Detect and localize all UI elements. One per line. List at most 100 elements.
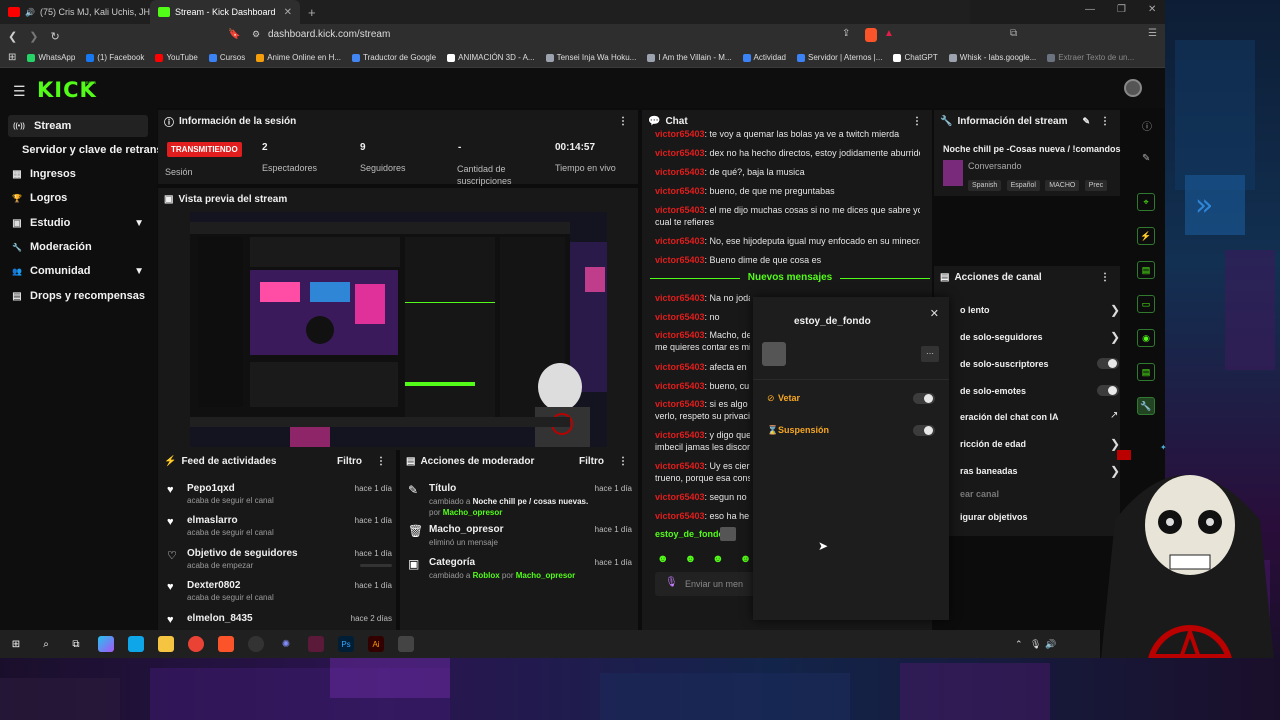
- bookmark-item[interactable]: YouTube: [155, 53, 198, 62]
- user-options-icon[interactable]: ⋯: [921, 346, 939, 362]
- microphone-tray-icon[interactable]: 🎙: [1030, 639, 1041, 650]
- chat-message[interactable]: me quieres contar es mi: [655, 341, 750, 353]
- menu-icon[interactable]: ☰: [1148, 28, 1157, 39]
- emotes-only-toggle[interactable]: [1097, 385, 1119, 396]
- bookmark-item[interactable]: I Am the Villain - M...: [647, 53, 732, 62]
- reload-icon[interactable]: ↻: [50, 30, 59, 43]
- chat-message[interactable]: trueno, porque esa cons: [655, 472, 750, 484]
- subs-only-toggle[interactable]: [1097, 358, 1119, 369]
- copilot-icon[interactable]: [98, 636, 114, 652]
- file-explorer-icon[interactable]: [158, 636, 174, 652]
- close-icon[interactable]: ✕: [930, 307, 939, 320]
- channel-action-ai-moderation[interactable]: eración del chat con IA: [960, 412, 1059, 422]
- emote-icon[interactable]: ☻: [712, 553, 724, 565]
- channel-action-slow-mode[interactable]: o lento: [960, 305, 990, 315]
- search-icon[interactable]: ⌕: [38, 636, 54, 652]
- chat-message[interactable]: victor65403: de qué?, baja la musica: [655, 166, 920, 178]
- bookmark-item[interactable]: Whisk - labs.google...: [948, 53, 1036, 62]
- bookmark-item[interactable]: Actividad: [742, 53, 786, 62]
- apps-grid-icon[interactable]: ⊞: [8, 52, 16, 63]
- chat-username[interactable]: victor65403: [655, 255, 705, 265]
- brave-icon[interactable]: [218, 636, 234, 652]
- avatar[interactable]: [1124, 79, 1142, 97]
- illustrator-icon[interactable]: Ai: [368, 636, 384, 652]
- chat-message[interactable]: victor65403: Na no jodas: [655, 292, 750, 304]
- microphone-icon[interactable]: 🎙: [665, 577, 678, 588]
- wrench-icon[interactable]: 🔧: [1137, 397, 1155, 415]
- close-window-icon[interactable]: ✕: [1148, 4, 1156, 15]
- filter-button[interactable]: Filtro: [337, 456, 362, 467]
- sidebar-item-comunidad[interactable]: 👥 Comunidad ▼: [8, 260, 148, 282]
- rewards-icon[interactable]: ▲: [884, 28, 894, 39]
- chat-username[interactable]: victor65403: [655, 492, 705, 502]
- chevron-right-icon[interactable]: ❯: [1110, 330, 1120, 344]
- channel-action-followers-only[interactable]: de solo-seguidores: [960, 332, 1043, 342]
- store-icon[interactable]: [128, 636, 144, 652]
- more-options-icon[interactable]: ⋮: [618, 116, 628, 127]
- edit-icon[interactable]: ✎: [1142, 153, 1150, 164]
- sidebar-item-ingresos[interactable]: ▦ Ingresos: [8, 163, 148, 185]
- bookmark-item[interactable]: ChatGPT: [893, 53, 938, 62]
- sidebar-item-estudio[interactable]: ▣ Estudio ▼: [8, 212, 148, 234]
- chat-username[interactable]: victor65403: [655, 186, 705, 196]
- close-tab-icon[interactable]: ✕: [284, 7, 292, 18]
- chat-username[interactable]: victor65403: [655, 205, 705, 215]
- bookmark-item[interactable]: Servidor | Aternos |...: [797, 53, 882, 62]
- back-icon[interactable]: ❮: [8, 30, 17, 43]
- chat-message[interactable]: cual te refieres: [655, 216, 920, 228]
- chrome-icon[interactable]: [188, 636, 204, 652]
- channel-action-age-restriction[interactable]: ricción de edad: [960, 439, 1026, 449]
- chat-username[interactable]: victor65403: [655, 511, 705, 521]
- more-options-icon[interactable]: ⋮: [618, 456, 628, 467]
- suspension-toggle[interactable]: [913, 425, 935, 436]
- info-icon[interactable]: ⓘ: [1142, 118, 1152, 133]
- tray-chevron-icon[interactable]: ⌃: [1015, 639, 1023, 650]
- chat-message[interactable]: victor65403: No, ese hijodeputa igual mu…: [655, 235, 920, 247]
- chat-input[interactable]: Enviar un men: [685, 579, 743, 589]
- bookmark-item[interactable]: WhatsApp: [27, 53, 75, 62]
- chat-username[interactable]: victor65403: [655, 461, 705, 471]
- new-messages-divider[interactable]: Nuevos mensajes: [650, 272, 930, 284]
- chevron-right-icon[interactable]: ❯: [1110, 303, 1120, 317]
- chat-icon[interactable]: ▭: [1137, 295, 1155, 313]
- minimize-icon[interactable]: —: [1085, 4, 1095, 15]
- photoshop-icon[interactable]: Ps: [338, 636, 354, 652]
- bookmark-icon[interactable]: 🔖: [228, 29, 240, 40]
- chat-username[interactable]: victor65403: [655, 167, 705, 177]
- settings-icon[interactable]: ▤: [1137, 363, 1155, 381]
- more-options-icon[interactable]: ⋮: [912, 116, 922, 127]
- category-name[interactable]: Conversando: [968, 161, 1022, 171]
- external-link-icon[interactable]: ↗: [1110, 410, 1118, 421]
- chat-message[interactable]: victor65403: afecta en: [655, 361, 750, 373]
- chat-username[interactable]: victor65403: [655, 312, 705, 322]
- chat-message[interactable]: victor65403: eso ha he: [655, 510, 750, 522]
- emote-icon[interactable]: ☻: [657, 553, 669, 565]
- channel-action-banned-words[interactable]: ras baneadas: [960, 466, 1018, 476]
- chat-username[interactable]: victor65403: [655, 148, 705, 158]
- emote-icon[interactable]: ☻: [740, 553, 752, 565]
- chat-message[interactable]: victor65403: te voy a quemar las bolas y…: [655, 128, 920, 140]
- bookmark-item[interactable]: Traductor de Google: [352, 53, 436, 62]
- bookmark-item[interactable]: ANIMACIÓN 3D - A...: [447, 53, 535, 62]
- bookmark-item[interactable]: Tensei Inja Wa Hoku...: [545, 53, 636, 62]
- speaker-icon[interactable]: 🔊: [25, 8, 35, 17]
- chat-username[interactable]: victor65403: [655, 381, 705, 391]
- chat-username[interactable]: victor65403: [655, 129, 705, 139]
- maximize-icon[interactable]: ❐: [1117, 4, 1126, 15]
- sidebar-item-logros[interactable]: 🏆 Logros: [8, 187, 148, 209]
- chat-message[interactable]: victor65403: bueno, de que me preguntaba…: [655, 185, 920, 197]
- chat-message[interactable]: victor65403: bueno, cu: [655, 380, 750, 392]
- more-options-icon[interactable]: ⋮: [1100, 116, 1110, 127]
- sidebar-item-server-key[interactable]: Servidor y clave de retransm: [18, 139, 158, 161]
- new-tab-button[interactable]: +: [300, 5, 324, 20]
- channel-action-goals[interactable]: igurar objetivos: [960, 512, 1028, 522]
- chat-username[interactable]: victor65403: [655, 362, 705, 372]
- app-icon[interactable]: ✺: [278, 636, 294, 652]
- emote-icon[interactable]: ☻: [685, 553, 697, 565]
- url-input[interactable]: dashboard.kick.com/stream: [268, 29, 390, 40]
- chat-message[interactable]: victor65403: no: [655, 311, 750, 323]
- chat-message[interactable]: victor65403: dex no ha hecho directos, e…: [655, 147, 920, 159]
- app-icon[interactable]: [398, 636, 414, 652]
- app-icon[interactable]: [308, 636, 324, 652]
- tab-kick-dashboard[interactable]: Stream - Kick Dashboard ✕: [150, 0, 300, 24]
